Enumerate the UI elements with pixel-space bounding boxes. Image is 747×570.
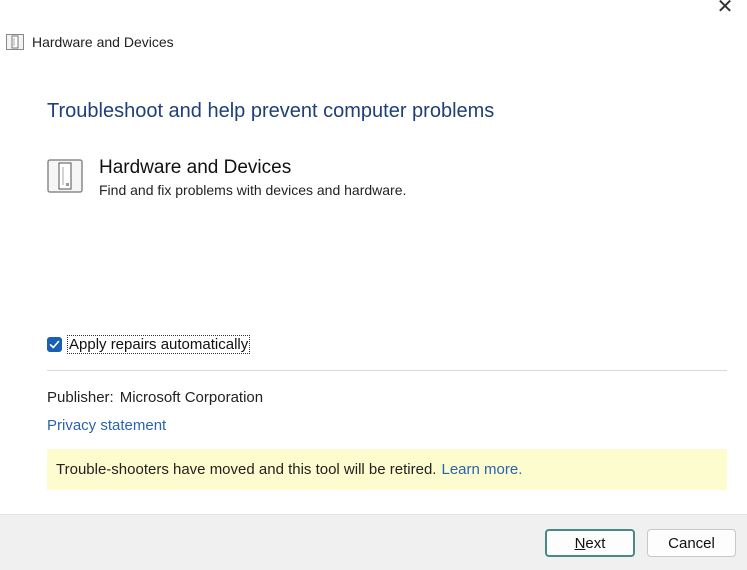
next-accelerator: N — [574, 534, 586, 552]
cancel-button[interactable]: Cancel — [647, 529, 736, 557]
publisher-label: Publisher: — [47, 389, 114, 406]
notice-text: Trouble-shooters have moved and this too… — [56, 461, 437, 478]
publisher-value: Microsoft Corporation — [119, 389, 264, 406]
next-button[interactable]: Next — [545, 529, 635, 557]
privacy-statement-link[interactable]: Privacy statement — [47, 417, 166, 434]
tool-name: Hardware and Devices — [99, 157, 292, 178]
close-button[interactable]: ✕ — [711, 0, 739, 18]
apply-repairs-label[interactable]: Apply repairs automatically — [67, 335, 251, 354]
close-icon: ✕ — [716, 0, 734, 18]
tool-info: Hardware and Devices Find and fix proble… — [47, 157, 406, 198]
troubleshooter-window: ✕ Hardware and Devices Troubleshoot and … — [0, 0, 747, 570]
next-label-rest: ext — [585, 534, 606, 552]
learn-more-link[interactable]: Learn more. — [441, 461, 522, 478]
tool-description: Find and fix problems with devices and h… — [99, 182, 407, 198]
hardware-device-icon — [47, 159, 83, 193]
hardware-device-icon — [6, 34, 24, 50]
title-bar: Hardware and Devices — [6, 34, 174, 50]
apply-repairs-option[interactable]: Apply repairs automatically — [47, 335, 251, 354]
dialog-footer: Next Cancel — [0, 514, 747, 570]
checkmark-icon — [49, 340, 60, 349]
page-heading: Troubleshoot and help prevent computer p… — [47, 100, 495, 122]
publisher-info: Publisher: Microsoft Corporation — [47, 389, 263, 406]
window-title: Hardware and Devices — [32, 34, 174, 50]
retirement-notice: Trouble-shooters have moved and this too… — [47, 449, 727, 490]
divider — [47, 370, 727, 371]
apply-repairs-checkbox[interactable] — [47, 337, 62, 352]
